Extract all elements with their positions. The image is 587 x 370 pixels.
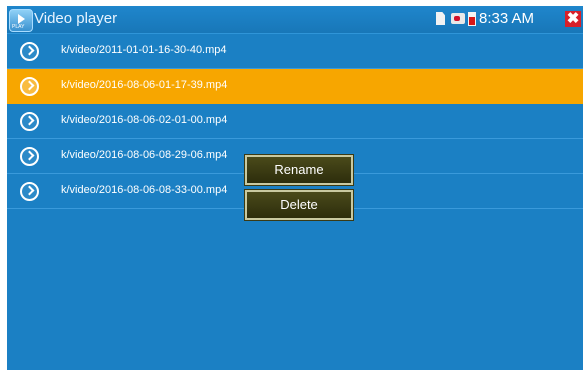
battery-icon — [468, 12, 476, 26]
file-name: k/video/2016-08-06-08-33-00.mp4 — [61, 184, 228, 196]
file-name: k/video/2016-08-06-01-17-39.mp4 — [61, 79, 228, 91]
play-icon[interactable] — [20, 77, 39, 96]
sd-card-icon — [436, 12, 445, 25]
usb-icon — [451, 13, 465, 24]
rename-button[interactable]: Rename — [245, 155, 353, 185]
file-name: k/video/2016-08-06-02-01-00.mp4 — [61, 114, 228, 126]
delete-button[interactable]: Delete — [245, 190, 353, 220]
file-name: k/video/2016-08-06-08-29-06.mp4 — [61, 149, 228, 161]
play-icon[interactable] — [20, 182, 39, 201]
play-icon[interactable] — [20, 112, 39, 131]
list-item-selected[interactable]: k/video/2016-08-06-01-17-39.mp4 — [7, 69, 583, 104]
play-icon[interactable] — [20, 147, 39, 166]
play-icon[interactable] — [20, 42, 39, 61]
list-item[interactable]: k/video/2011-01-01-16-30-40.mp4 — [7, 34, 583, 69]
video-player-screen: PLAY Video player 8:33 AM ✖ k/video/2011… — [7, 6, 583, 370]
context-menu: Rename Delete — [245, 155, 353, 225]
file-name: k/video/2011-01-01-16-30-40.mp4 — [61, 44, 227, 56]
close-icon[interactable]: ✖ — [565, 11, 581, 27]
window-title: Video player — [34, 10, 118, 27]
video-player-app-icon: PLAY — [9, 9, 33, 32]
list-item[interactable]: k/video/2016-08-06-02-01-00.mp4 — [7, 104, 583, 139]
title-bar: PLAY Video player 8:33 AM ✖ — [7, 6, 583, 34]
status-time: 8:33 AM — [479, 10, 535, 27]
